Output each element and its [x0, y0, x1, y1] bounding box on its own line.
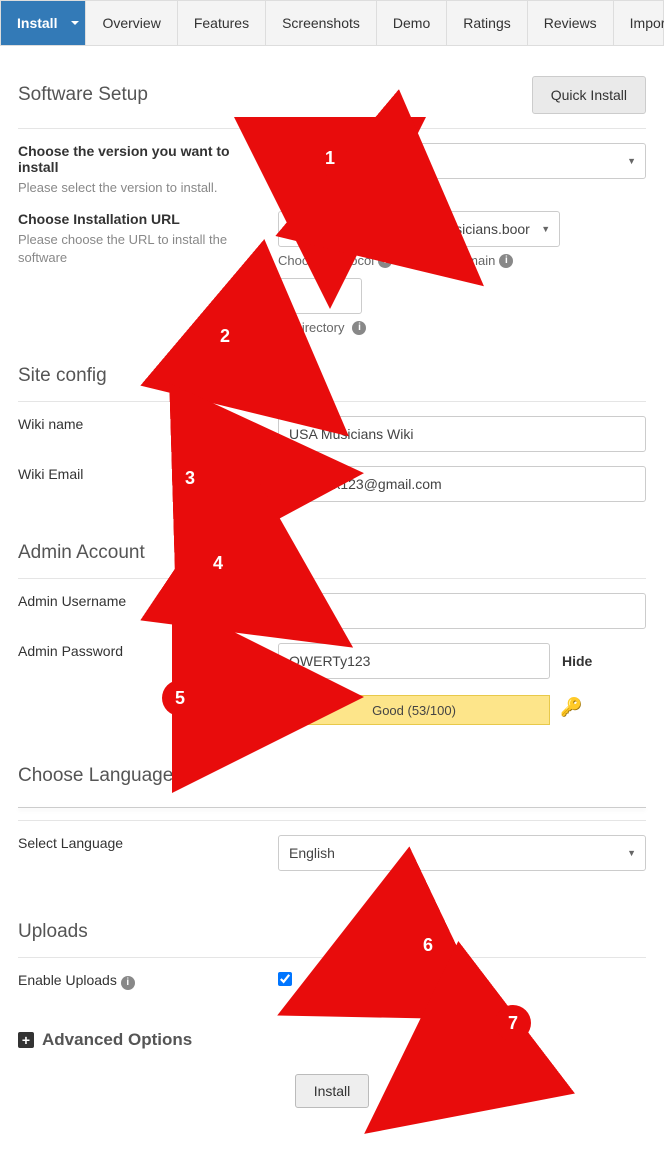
- divider: [18, 128, 646, 129]
- hide-password-link[interactable]: Hide: [562, 653, 592, 669]
- tab-demo[interactable]: Demo: [377, 1, 447, 45]
- wiki-name-label: Wiki name: [18, 416, 263, 432]
- directory-caption: In Directory i: [278, 320, 366, 335]
- advanced-options-toggle[interactable]: + Advanced Options: [18, 1030, 646, 1050]
- protocol-select[interactable]: http://: [278, 211, 348, 247]
- tab-screenshots[interactable]: Screenshots: [266, 1, 377, 45]
- enable-uploads-label: Enable Uploads i: [18, 972, 263, 990]
- admin-account-title: Admin Account: [18, 542, 646, 564]
- divider: [18, 578, 646, 579]
- uploads-title: Uploads: [18, 921, 646, 943]
- divider: [18, 807, 646, 808]
- domain-select[interactable]: usamusicians.boor: [402, 211, 560, 247]
- tab-reviews[interactable]: Reviews: [528, 1, 614, 45]
- admin-username-label: Admin Username: [18, 593, 263, 609]
- version-label: Choose the version you want to install: [18, 143, 263, 175]
- tab-features[interactable]: Features: [178, 1, 266, 45]
- directory-input[interactable]: [278, 278, 362, 314]
- domain-caption: Choose Domain i: [402, 253, 560, 268]
- tab-import[interactable]: Import: [614, 1, 664, 45]
- site-config-title: Site config: [18, 365, 646, 387]
- install-url-help: Please choose the URL to install the sof…: [18, 231, 263, 267]
- divider: [18, 957, 646, 958]
- select-language-label: Select Language: [18, 835, 263, 851]
- admin-password-label: Admin Password: [18, 643, 263, 659]
- tab-ratings[interactable]: Ratings: [447, 1, 527, 45]
- info-icon: i: [499, 254, 513, 268]
- divider: [18, 401, 646, 402]
- info-icon: i: [121, 976, 135, 990]
- tab-install[interactable]: Install: [1, 1, 86, 45]
- admin-username-input[interactable]: [278, 593, 646, 629]
- tab-bar: Install Overview Features Screenshots De…: [0, 0, 664, 46]
- software-setup-title: Software Setup: [18, 84, 148, 106]
- divider: [18, 820, 646, 821]
- wiki-name-input[interactable]: [278, 416, 646, 452]
- advanced-options-label: Advanced Options: [42, 1030, 192, 1050]
- quick-install-button[interactable]: Quick Install: [532, 76, 646, 114]
- key-icon[interactable]: 🔑: [560, 697, 582, 718]
- install-button[interactable]: Install: [295, 1074, 370, 1108]
- version-help: Please select the version to install.: [18, 179, 263, 197]
- install-url-label: Choose Installation URL: [18, 211, 263, 227]
- wiki-email-label: Wiki Email: [18, 466, 263, 482]
- language-select[interactable]: English: [278, 835, 646, 871]
- enable-uploads-checkbox[interactable]: [278, 972, 292, 986]
- info-icon: i: [352, 321, 366, 335]
- protocol-caption: Choose Protocol i: [278, 253, 392, 268]
- version-select[interactable]: 0: [278, 143, 646, 179]
- admin-password-input[interactable]: [278, 643, 550, 679]
- password-strength-meter: Good (53/100): [278, 695, 550, 725]
- plus-icon: +: [18, 1032, 34, 1048]
- wiki-email-input[interactable]: [278, 466, 646, 502]
- info-icon: i: [378, 254, 392, 268]
- tab-overview[interactable]: Overview: [86, 1, 177, 45]
- choose-language-title: Choose Language: [18, 765, 646, 787]
